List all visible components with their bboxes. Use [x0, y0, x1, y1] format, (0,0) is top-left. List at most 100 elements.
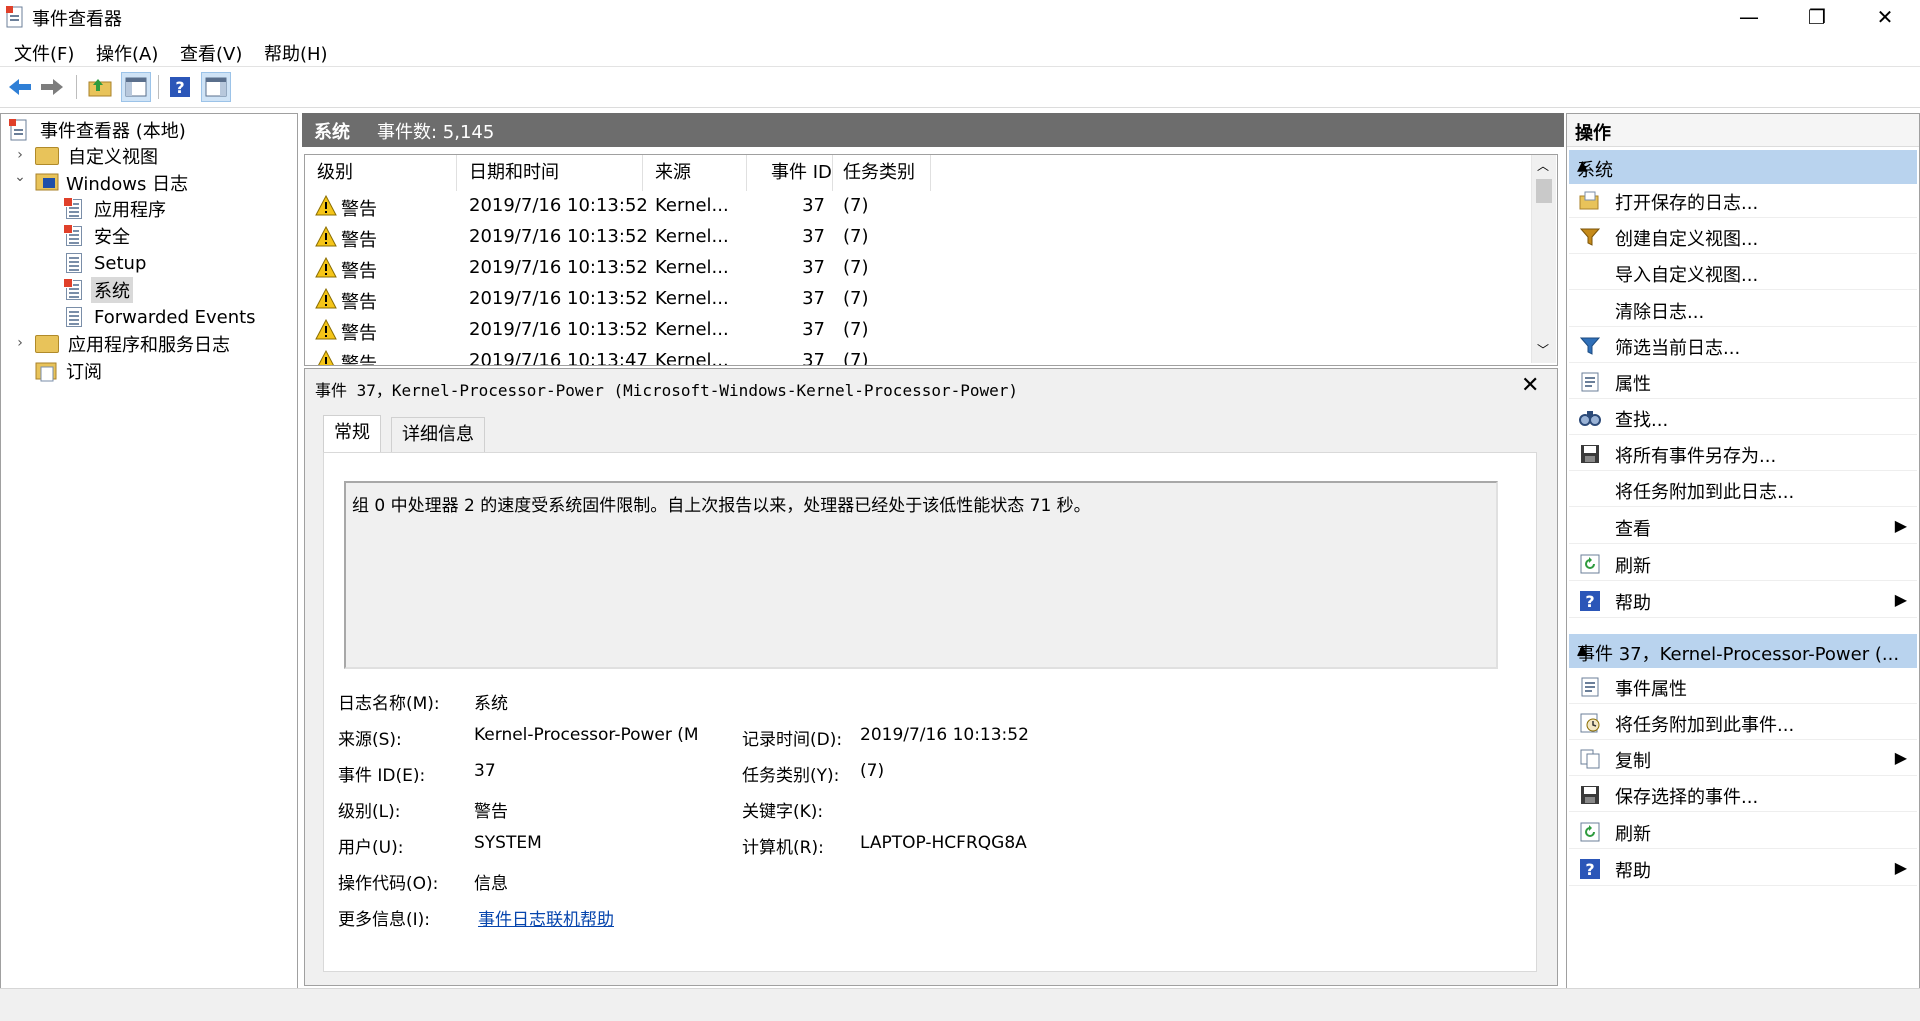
tree-item-system[interactable]: 系统 [63, 277, 133, 303]
action-attach-task-to-event[interactable]: 将任务附加到此事件... [1569, 706, 1917, 740]
show-hide-console-tree-icon[interactable] [121, 72, 151, 102]
action-event-properties[interactable]: 事件属性 [1569, 670, 1917, 704]
tree-item-forwarded-events[interactable]: Forwarded Events [63, 304, 259, 330]
tab-details[interactable]: 详细信息 [391, 417, 485, 453]
show-hide-action-pane-icon[interactable] [201, 72, 231, 102]
find-icon [1579, 411, 1601, 426]
help-icon[interactable]: ? [166, 73, 194, 101]
tab-general[interactable]: 常规 [323, 415, 381, 455]
online-help-link[interactable]: 事件日志联机帮助 [478, 905, 614, 930]
status-bar [0, 988, 1920, 1021]
action-refresh-event[interactable]: 刷新 [1569, 815, 1917, 849]
action-attach-task-to-log[interactable]: 将任务附加到此日志... [1569, 473, 1917, 507]
folder-icon [35, 147, 59, 165]
svg-text:?: ? [1585, 860, 1594, 879]
table-row[interactable]: 警告 2019/7/16 10:13:52 Kernel... 37 (7) [305, 222, 1531, 253]
menu-view[interactable]: 查看(V) [180, 40, 242, 66]
table-row[interactable]: 警告 2019/7/16 10:13:52 Kernel... 37 (7) [305, 284, 1531, 315]
action-find[interactable]: 查找... [1569, 401, 1917, 435]
action-filter-current-log[interactable]: 筛选当前日志... [1569, 329, 1917, 363]
actions-section-system[interactable]: 系统 ▲ [1569, 150, 1917, 184]
action-properties[interactable]: 属性 [1569, 365, 1917, 399]
close-detail-icon[interactable]: ✕ [1521, 373, 1539, 398]
menu-action[interactable]: 操作(A) [96, 40, 158, 66]
event-viewer-icon [9, 119, 31, 141]
expand-custom-views-icon[interactable]: › [13, 147, 27, 163]
tree-item-setup[interactable]: Setup [63, 250, 149, 276]
menu-help[interactable]: 帮助(H) [264, 40, 328, 66]
tree-item-app-service-logs[interactable]: 应用程序和服务日志 [35, 331, 233, 357]
table-row[interactable]: 警告 2019/7/16 10:13:52 Kernel... 37 (7) [305, 191, 1531, 222]
svg-text:?: ? [1585, 592, 1594, 611]
actions-section-event[interactable]: 事件 37，Kernel-Processor-Power (... ▲ [1569, 634, 1917, 668]
table-row[interactable]: 警告 2019/7/16 10:13:52 Kernel... 37 (7) [305, 315, 1531, 346]
user-value: SYSTEM [474, 833, 542, 853]
tree-item-security[interactable]: 安全 [63, 223, 133, 249]
collapse-caret-icon[interactable]: ▲ [1577, 158, 1907, 174]
menu-bar: 文件(F) 操作(A) 查看(V) 帮助(H) [0, 34, 1920, 67]
help-icon: ? [1580, 859, 1600, 879]
log-icon [66, 253, 82, 273]
collapse-caret-icon[interactable]: ▲ [1577, 642, 1907, 658]
column-header-level[interactable]: 级别 [305, 155, 457, 191]
open-log-icon [1579, 191, 1599, 210]
computer-value: LAPTOP-HCFRQG8A [860, 833, 1027, 853]
submenu-arrow-icon: ▶ [1894, 858, 1907, 877]
event-id-label: 事件 ID(E): [338, 766, 426, 786]
scroll-up-icon[interactable]: ︿ [1537, 157, 1549, 174]
up-folder-icon[interactable] [86, 73, 114, 101]
tree-item-subscriptions[interactable]: 订阅 [35, 358, 105, 384]
table-row[interactable]: 警告 2019/7/16 10:13:47 Kernel... 37 (7) [305, 346, 1531, 365]
action-save-all-events-as[interactable]: 将所有事件另存为... [1569, 437, 1917, 471]
scroll-down-icon[interactable]: ﹀ [1537, 341, 1549, 358]
scrollbar-thumb[interactable] [1536, 179, 1552, 203]
action-create-custom-view[interactable]: 创建自定义视图... [1569, 220, 1917, 254]
column-header-source[interactable]: 来源 [643, 155, 747, 191]
title-bar: 事件查看器 — ❐ ✕ [0, 0, 1920, 34]
tree-item-application[interactable]: 应用程序 [63, 196, 169, 222]
back-icon[interactable] [6, 73, 34, 101]
event-list: 级别 日期和时间 来源 事件 ID 任务类别 警告 2019/7/16 10:1… [304, 154, 1558, 366]
user-label: 用户(U): [338, 838, 404, 858]
opcode-value: 信息 [474, 874, 508, 894]
forward-icon[interactable] [38, 73, 66, 101]
column-header-datetime[interactable]: 日期和时间 [457, 155, 643, 191]
event-list-scrollbar[interactable]: ︿ ﹀ [1531, 155, 1556, 363]
action-import-custom-view[interactable]: 导入自定义视图... [1569, 256, 1917, 290]
tree-item-windows-logs[interactable]: Windows 日志 [35, 170, 191, 196]
action-copy[interactable]: 复制 ▶ [1569, 742, 1917, 776]
column-header-event-id[interactable]: 事件 ID [747, 155, 833, 191]
window-title: 事件查看器 [32, 9, 122, 30]
log-icon [66, 307, 82, 327]
filter-icon [1579, 337, 1601, 355]
computer-label: 计算机(R): [742, 838, 824, 858]
actions-pane: 操作 系统 ▲ 打开保存的日志... 创建自定义视图... 导入自定义视图...… [1566, 113, 1920, 989]
action-open-saved-log[interactable]: 打开保存的日志... [1569, 184, 1917, 218]
collapse-windows-logs-icon[interactable]: ⌄ [13, 169, 27, 185]
tree-item-event-viewer-local[interactable]: 事件查看器 (本地) [9, 117, 189, 143]
log-icon [63, 224, 82, 246]
action-clear-log[interactable]: 清除日志... [1569, 293, 1917, 327]
restore-button[interactable]: ❐ [1782, 0, 1852, 34]
save-icon [1581, 445, 1599, 463]
action-view[interactable]: 查看 ▶ [1569, 510, 1917, 544]
action-help-event[interactable]: ? 帮助 ▶ [1569, 852, 1917, 886]
windows-logs-icon [35, 172, 59, 194]
column-header-task-category[interactable]: 任务类别 [833, 155, 931, 191]
event-message: 组 0 中处理器 2 的速度受系统固件限制。自上次报告以来，处理器已经处于该低性… [352, 496, 1091, 516]
table-row[interactable]: 警告 2019/7/16 10:13:52 Kernel... 37 (7) [305, 253, 1531, 284]
menu-file[interactable]: 文件(F) [14, 40, 74, 66]
minimize-button[interactable]: — [1714, 0, 1784, 34]
event-detail-pane: 事件 37，Kernel-Processor-Power (Microsoft-… [304, 368, 1558, 986]
action-refresh[interactable]: 刷新 [1569, 547, 1917, 581]
expand-app-service-logs-icon[interactable]: › [13, 335, 27, 351]
action-save-selected-events[interactable]: 保存选择的事件... [1569, 778, 1917, 812]
close-window-button[interactable]: ✕ [1850, 0, 1920, 34]
event-message-box[interactable]: 组 0 中处理器 2 的速度受系统固件限制。自上次报告以来，处理器已经处于该低性… [344, 481, 1498, 669]
log-name-value: 系统 [474, 694, 508, 714]
toolbar-separator [158, 75, 159, 99]
action-help[interactable]: ? 帮助 ▶ [1569, 584, 1917, 618]
tree-item-custom-views[interactable]: 自定义视图 [35, 143, 161, 169]
refresh-icon [1580, 554, 1600, 574]
log-icon [63, 278, 82, 300]
